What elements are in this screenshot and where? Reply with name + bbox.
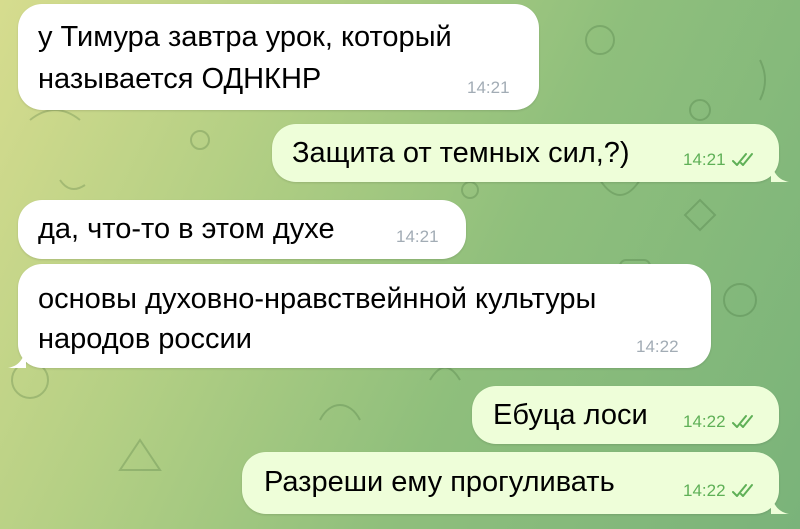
message-time: 14:21 [396, 227, 439, 246]
message-time: 14:22 [683, 481, 726, 500]
message-text-line: Разреши ему прогуливать [264, 466, 615, 498]
message-text-line: да, что-то в этом духе [38, 213, 335, 245]
message-time: 14:22 [636, 337, 679, 356]
bubble-tail [771, 160, 789, 182]
message-bubble-incoming[interactable]: у Тимура завтра урок, который называется… [18, 4, 539, 110]
bubble-tail [771, 492, 789, 514]
message-bubble-outgoing[interactable]: Защита от темных сил,?) 14:21 [272, 124, 789, 182]
message-time: 14:21 [683, 150, 726, 169]
double-check-icon [732, 484, 753, 497]
message-time: 14:22 [683, 412, 726, 431]
message-text-line: Защита от темных сил,?) [292, 137, 630, 169]
double-check-icon [732, 153, 753, 166]
message-text-line: основы духовно-нравствейнной культуры [38, 283, 597, 315]
message-bubble-incoming[interactable]: да, что-то в этом духе 14:21 [18, 200, 466, 259]
bubble-tail [8, 346, 26, 368]
message-text-line: у Тимура завтра урок, который [38, 21, 452, 53]
message-bubble-incoming[interactable]: основы духовно-нравствейнной культуры на… [8, 264, 711, 368]
message-text-line: народов россии [38, 323, 252, 355]
message-text-line: называется ОДНКНР [38, 63, 322, 95]
message-bubble-outgoing[interactable]: Разреши ему прогуливать 14:22 [242, 452, 789, 514]
message-time: 14:21 [467, 78, 510, 97]
message-bubble-outgoing[interactable]: Ебуца лоси 14:22 [472, 386, 779, 444]
double-check-icon [732, 415, 753, 428]
message-text-line: Ебуца лоси [493, 399, 648, 431]
